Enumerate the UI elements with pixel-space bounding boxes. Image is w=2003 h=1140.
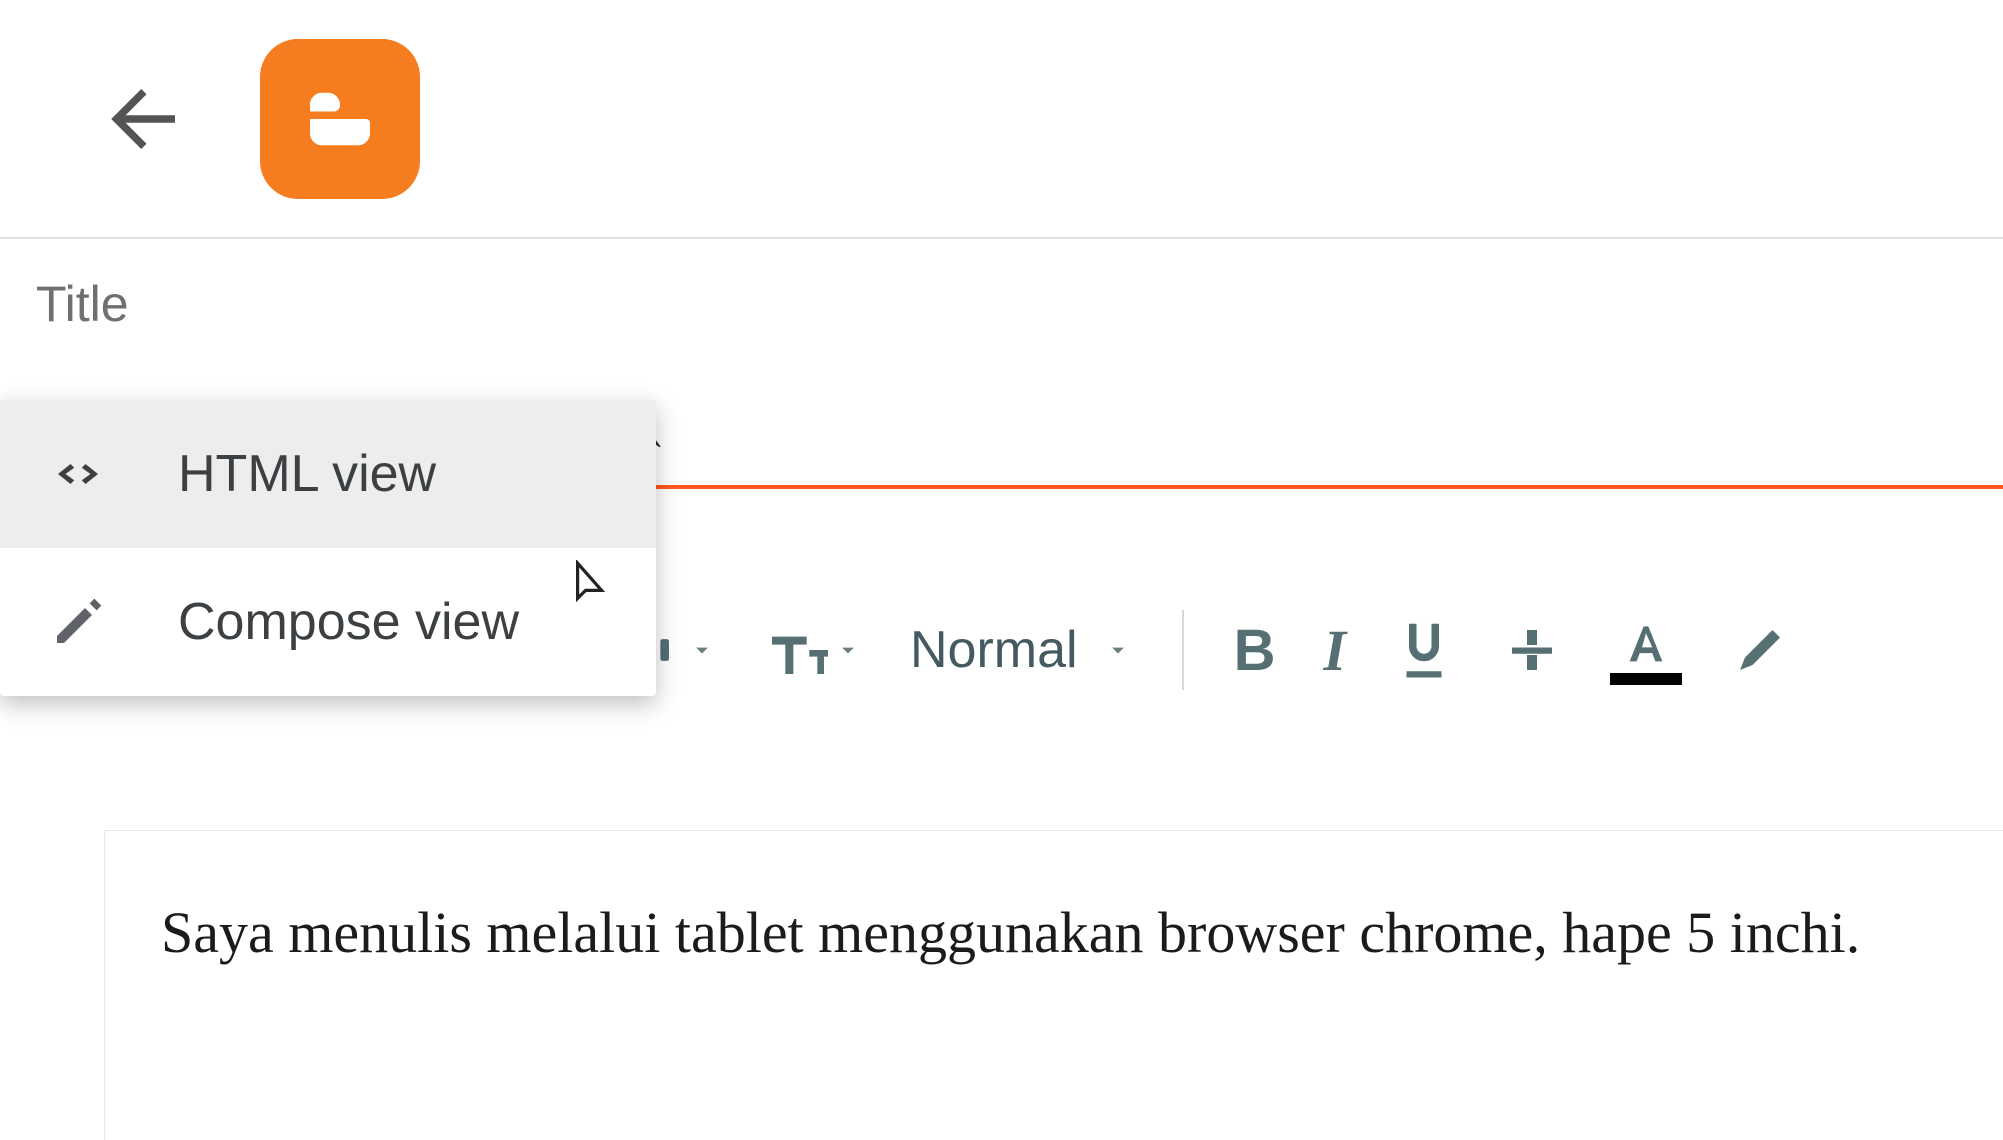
bold-button[interactable]: B xyxy=(1210,610,1300,690)
code-icon xyxy=(48,444,108,504)
text-color-button[interactable] xyxy=(1586,610,1706,690)
font-family-partial-glyph-icon xyxy=(656,637,682,663)
mouse-cursor-icon xyxy=(572,560,612,608)
active-field-underline xyxy=(656,485,2003,489)
view-mode-menu: HTML view Compose view xyxy=(0,400,656,696)
chevron-down-icon xyxy=(834,636,862,664)
font-size-dropdown[interactable] xyxy=(740,610,886,690)
underline-button[interactable] xyxy=(1370,610,1478,690)
highlight-button[interactable] xyxy=(1706,610,1790,690)
blogger-logo[interactable] xyxy=(260,39,420,199)
editor-content-text: Saya menulis melalui tablet menggunakan … xyxy=(161,900,1860,965)
strikethrough-button[interactable] xyxy=(1478,610,1586,690)
paragraph-style-label: Normal xyxy=(910,620,1084,680)
text-color-a-icon xyxy=(1618,621,1674,669)
editor-toolbar: Normal B I xyxy=(656,590,2003,710)
text-color-swatch xyxy=(1610,673,1682,685)
toolbar-separator xyxy=(1182,610,1184,690)
menu-item-compose-view[interactable]: Compose view xyxy=(0,548,656,696)
app-header xyxy=(0,0,2003,239)
editor-content-area[interactable]: Saya menulis melalui tablet menggunakan … xyxy=(104,830,2003,1140)
menu-item-html-view-label: HTML view xyxy=(178,444,436,504)
highlight-marker-icon xyxy=(1730,620,1790,680)
title-field-area: Title xyxy=(0,239,2003,333)
font-family-dropdown[interactable] xyxy=(656,610,740,690)
underline-icon xyxy=(1394,616,1454,684)
chevron-down-icon xyxy=(688,636,716,664)
paragraph-style-dropdown[interactable]: Normal xyxy=(886,610,1156,690)
blogger-logo-icon xyxy=(295,74,385,164)
font-size-icon xyxy=(764,618,828,682)
back-button[interactable] xyxy=(90,64,200,174)
title-input[interactable]: Title xyxy=(36,275,2003,333)
italic-button[interactable]: I xyxy=(1299,610,1370,690)
menu-item-html-view[interactable]: HTML view xyxy=(0,400,656,548)
strikethrough-icon xyxy=(1502,620,1562,680)
pencil-icon xyxy=(48,592,108,652)
chevron-down-icon xyxy=(1104,636,1132,664)
back-arrow-icon xyxy=(100,74,190,164)
menu-item-compose-view-label: Compose view xyxy=(178,592,519,652)
